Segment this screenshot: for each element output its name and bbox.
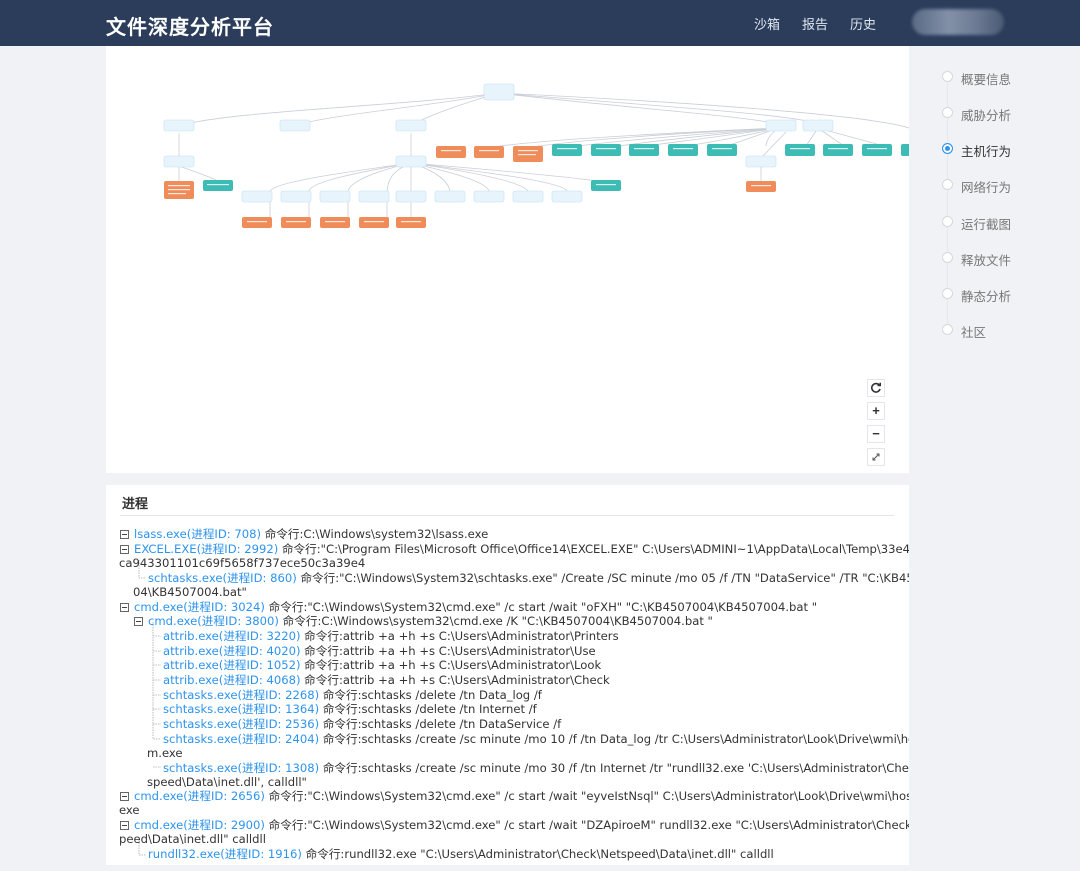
collapse-toggle[interactable] bbox=[120, 530, 129, 539]
process-graph-panel[interactable]: + − bbox=[106, 46, 909, 473]
process-command-cont: m.exe bbox=[147, 746, 183, 760]
process-row: rundll32.exe(进程ID: 1916) 命令行:rundll32.ex… bbox=[148, 847, 774, 862]
process-row: attrib.exe(进程ID: 4068) 命令行:attrib +a +h … bbox=[163, 673, 610, 688]
process-command: 命令行:attrib +a +h +s C:\Users\Administrat… bbox=[304, 629, 619, 643]
process-row: cmd.exe(进程ID: 2656) 命令行:"C:\Windows\Syst… bbox=[120, 789, 909, 804]
process-link[interactable]: cmd.exe(进程ID: 3024) bbox=[134, 600, 265, 614]
process-row: schtasks.exe(进程ID: 2268) 命令行:schtasks /d… bbox=[163, 688, 542, 703]
process-command: 命令行:attrib +a +h +s C:\Users\Administrat… bbox=[304, 644, 596, 658]
process-row: cmd.exe(进程ID: 2900) 命令行:"C:\Windows\Syst… bbox=[120, 818, 909, 833]
process-command: 命令行:schtasks /delete /tn Internet /f bbox=[322, 702, 537, 716]
process-command-cont: 04\KB4507004.bat" bbox=[133, 585, 247, 599]
process-command-cont: exe bbox=[119, 803, 140, 817]
process-command: 命令行:C:\Windows\system32\lsass.exe bbox=[264, 527, 489, 541]
graph-refresh-button[interactable] bbox=[867, 379, 885, 397]
process-row: attrib.exe(进程ID: 4020) 命令行:attrib +a +h … bbox=[163, 644, 596, 659]
process-graph[interactable] bbox=[106, 46, 909, 473]
process-link[interactable]: schtasks.exe(进程ID: 2268) bbox=[163, 688, 319, 702]
anchor-dot bbox=[942, 216, 953, 227]
top-navbar: 文件深度分析平台 沙箱 报告 历史 bbox=[0, 0, 1080, 46]
nav-sandbox[interactable]: 沙箱 bbox=[754, 14, 780, 33]
process-link[interactable]: attrib.exe(进程ID: 3220) bbox=[163, 629, 300, 643]
collapse-toggle[interactable] bbox=[134, 617, 143, 626]
process-command: 命令行:C:\Windows\system32\cmd.exe /K "C:\K… bbox=[282, 614, 713, 628]
collapse-toggle[interactable] bbox=[120, 792, 129, 801]
graph-zoom-out-button[interactable]: − bbox=[867, 425, 885, 443]
process-command: 命令行:"C:\Windows\System32\cmd.exe" /c sta… bbox=[268, 818, 909, 832]
process-link[interactable]: cmd.exe(进程ID: 2656) bbox=[134, 789, 265, 803]
anchor-label: 概要信息 bbox=[961, 72, 1012, 87]
process-link[interactable]: attrib.exe(进程ID: 4020) bbox=[163, 644, 300, 658]
process-command: 命令行:schtasks /delete /tn DataService /f bbox=[322, 717, 562, 731]
process-link[interactable]: rundll32.exe(进程ID: 1916) bbox=[148, 847, 302, 861]
process-command: 命令行:"C:\Program Files\Microsoft Office\O… bbox=[281, 542, 909, 556]
process-command: 命令行:rundll32.exe "C:\Users\Administrator… bbox=[305, 847, 774, 861]
anchor-dot bbox=[942, 252, 953, 263]
refresh-icon bbox=[871, 382, 881, 393]
process-list-panel: 进程 lsass.exe(进程ID: 708) 命令行:C:\Windows\s… bbox=[106, 485, 909, 865]
process-command: 命令行:schtasks /delete /tn Data_log /f bbox=[322, 688, 542, 702]
process-command: 命令行:"C:\Windows\System32\cmd.exe" /c sta… bbox=[268, 600, 818, 614]
fullscreen-icon bbox=[872, 453, 880, 461]
process-command-cont: speed\Data\inet.dll', calldll" bbox=[147, 775, 307, 789]
process-row: lsass.exe(进程ID: 708) 命令行:C:\Windows\syst… bbox=[120, 527, 488, 542]
process-link[interactable]: schtasks.exe(进程ID: 1308) bbox=[163, 761, 319, 775]
process-row: schtasks.exe(进程ID: 1308) 命令行:schtasks /c… bbox=[163, 761, 909, 776]
process-link[interactable]: attrib.exe(进程ID: 1052) bbox=[163, 658, 300, 672]
process-row: attrib.exe(进程ID: 1052) 命令行:attrib +a +h … bbox=[163, 658, 601, 673]
process-link[interactable]: cmd.exe(进程ID: 3800) bbox=[148, 614, 279, 628]
anchor-dot-active bbox=[942, 143, 953, 154]
process-row: schtasks.exe(进程ID: 1364) 命令行:schtasks /d… bbox=[163, 702, 537, 717]
process-row: schtasks.exe(进程ID: 2404) 命令行:schtasks /c… bbox=[163, 732, 909, 747]
anchor-dot bbox=[942, 71, 953, 82]
process-command: 命令行:"C:\Windows\System32\schtasks.exe" /… bbox=[300, 571, 909, 585]
graph-nodes-registry[interactable] bbox=[203, 144, 909, 191]
anchor-label: 威胁分析 bbox=[961, 108, 1012, 123]
process-link[interactable]: attrib.exe(进程ID: 4068) bbox=[163, 673, 300, 687]
process-link[interactable]: schtasks.exe(进程ID: 2404) bbox=[163, 732, 319, 746]
process-row: cmd.exe(进程ID: 3800) 命令行:C:\Windows\syste… bbox=[134, 614, 713, 629]
anchor-label: 主机行为 bbox=[961, 144, 1012, 159]
process-row: schtasks.exe(进程ID: 860) 命令行:"C:\Windows\… bbox=[148, 571, 909, 586]
process-command-cont: ca943301101c69f5658f737ece50c3a39e4 bbox=[119, 556, 366, 570]
process-command-cont: peed\Data\inet.dll" calldll bbox=[119, 832, 266, 846]
process-row: schtasks.exe(进程ID: 2536) 命令行:schtasks /d… bbox=[163, 717, 561, 732]
process-row: EXCEL.EXE(进程ID: 2992) 命令行:"C:\Program Fi… bbox=[120, 542, 909, 557]
process-command: 命令行:attrib +a +h +s C:\Users\Administrat… bbox=[304, 673, 610, 687]
process-link[interactable]: lsass.exe(进程ID: 708) bbox=[134, 527, 261, 541]
process-command: 命令行:schtasks /create /sc minute /mo 30 /… bbox=[322, 761, 909, 775]
anchor-dot bbox=[942, 179, 953, 190]
process-link[interactable]: schtasks.exe(进程ID: 860) bbox=[148, 571, 297, 585]
user-avatar[interactable] bbox=[912, 9, 1004, 35]
process-command: 命令行:schtasks /create /sc minute /mo 10 /… bbox=[322, 732, 909, 746]
platform-title: 文件深度分析平台 bbox=[106, 15, 274, 39]
anchor-label: 静态分析 bbox=[961, 289, 1012, 304]
collapse-toggle[interactable] bbox=[120, 603, 129, 612]
graph-nodes-process[interactable] bbox=[163, 83, 834, 203]
nav-history[interactable]: 历史 bbox=[850, 14, 876, 33]
anchor-label: 网络行为 bbox=[961, 180, 1012, 195]
process-command: 命令行:attrib +a +h +s C:\Users\Administrat… bbox=[304, 658, 602, 672]
anchor-dot bbox=[942, 288, 953, 299]
anchor-label: 运行截图 bbox=[961, 217, 1012, 232]
graph-fullscreen-button[interactable] bbox=[867, 448, 885, 466]
collapse-toggle[interactable] bbox=[120, 821, 129, 830]
collapse-toggle[interactable] bbox=[120, 545, 129, 554]
anchor-label: 社区 bbox=[961, 325, 987, 340]
anchor-dot bbox=[942, 107, 953, 118]
anchor-dot bbox=[942, 324, 953, 335]
process-row: cmd.exe(进程ID: 3024) 命令行:"C:\Windows\Syst… bbox=[120, 600, 817, 615]
process-link[interactable]: schtasks.exe(进程ID: 2536) bbox=[163, 717, 319, 731]
graph-zoom-in-button[interactable]: + bbox=[867, 402, 885, 420]
process-command: 命令行:"C:\Windows\System32\cmd.exe" /c sta… bbox=[268, 789, 909, 803]
process-row: attrib.exe(进程ID: 3220) 命令行:attrib +a +h … bbox=[163, 629, 619, 644]
process-link[interactable]: EXCEL.EXE(进程ID: 2992) bbox=[134, 542, 278, 556]
graph-nodes-file[interactable] bbox=[164, 146, 776, 228]
anchor-label: 释放文件 bbox=[961, 253, 1012, 268]
nav-report[interactable]: 报告 bbox=[802, 14, 828, 33]
process-link[interactable]: schtasks.exe(进程ID: 1364) bbox=[163, 702, 319, 716]
process-link[interactable]: cmd.exe(进程ID: 2900) bbox=[134, 818, 265, 832]
